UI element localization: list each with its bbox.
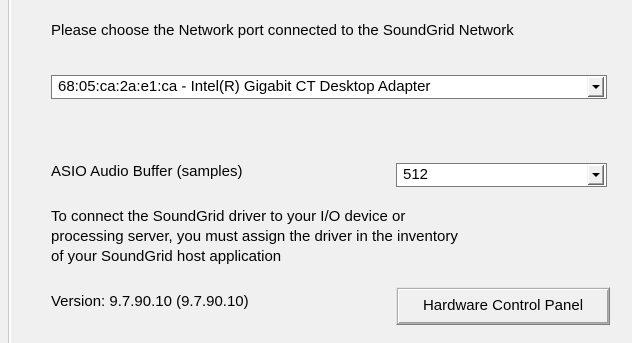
network-port-selected-value: 68:05:ca:2a:e1:ca - Intel(R) Gigabit CT … bbox=[58, 78, 431, 95]
asio-buffer-dropdown-button[interactable] bbox=[587, 165, 604, 185]
asio-buffer-selected-value: 512 bbox=[403, 166, 429, 183]
window-left-edge bbox=[0, 0, 11, 343]
info-text-line-3: of your SoundGrid host application bbox=[51, 248, 282, 265]
network-port-select[interactable]: 68:05:ca:2a:e1:ca - Intel(R) Gigabit CT … bbox=[51, 75, 607, 99]
asio-buffer-select[interactable]: 512 bbox=[396, 163, 607, 187]
network-port-dropdown-button[interactable] bbox=[587, 77, 604, 97]
info-text-line-2: processing server, you must assign the d… bbox=[51, 228, 458, 245]
info-text-line-1: To connect the SoundGrid driver to your … bbox=[51, 208, 406, 225]
network-port-prompt: Please choose the Network port connected… bbox=[51, 22, 514, 39]
chevron-down-icon bbox=[592, 173, 600, 177]
version-text: Version: 9.7.90.10 (9.7.90.10) bbox=[51, 293, 249, 310]
chevron-down-icon bbox=[592, 85, 600, 89]
asio-buffer-label: ASIO Audio Buffer (samples) bbox=[51, 163, 243, 180]
soundgrid-settings-panel: Please choose the Network port connected… bbox=[12, 0, 632, 343]
hardware-control-panel-button[interactable]: Hardware Control Panel bbox=[397, 288, 609, 324]
